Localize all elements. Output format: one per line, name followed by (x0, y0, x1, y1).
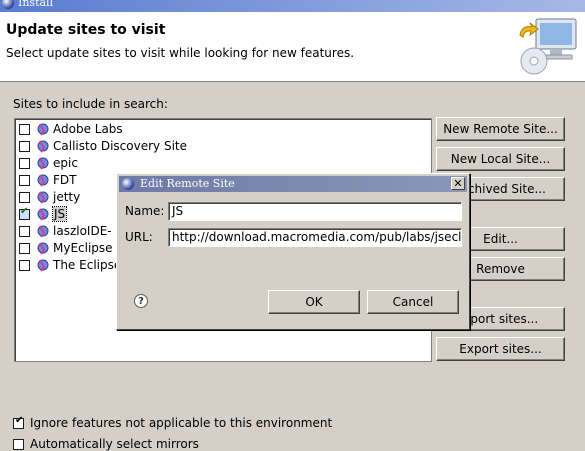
sites-label: Sites to include in search: (13, 97, 168, 111)
site-checkbox[interactable] (19, 157, 30, 169)
site-checkbox[interactable] (19, 259, 30, 271)
install-wizard-icon (514, 13, 582, 79)
export-sites-button[interactable]: Export sites... (436, 337, 565, 361)
list-item[interactable]: laszloIDE- (19, 223, 112, 239)
site-name: jetty (53, 190, 81, 204)
site-name: Callisto Discovery Site (53, 139, 187, 153)
url-field[interactable]: http://download.macromedia.com/pub/labs/… (168, 228, 462, 247)
update-site-icon (36, 173, 50, 187)
site-name: The Eclipse (53, 258, 122, 272)
list-item[interactable]: Adobe Labs (19, 121, 123, 137)
update-site-icon (36, 190, 50, 204)
new-local-site-button[interactable]: New Local Site... (436, 147, 565, 171)
site-checkbox[interactable] (19, 191, 30, 203)
dialog-title-bar[interactable]: Edit Remote Site ✕ (119, 176, 467, 192)
list-item[interactable]: The Eclipse (19, 257, 121, 273)
update-site-icon (36, 122, 50, 136)
edit-remote-site-dialog: Edit Remote Site ✕ Name: JS URL: http://… (116, 173, 470, 330)
site-name: MyEclipse (53, 241, 113, 255)
list-item[interactable]: FDT (19, 172, 76, 188)
eclipse-icon (122, 178, 134, 190)
update-site-icon (36, 139, 50, 153)
auto-mirrors-label: Automatically select mirrors (30, 437, 199, 451)
site-name: laszloIDE- (53, 224, 112, 238)
name-field[interactable]: JS (168, 202, 462, 221)
update-site-icon (36, 241, 50, 255)
cancel-button[interactable]: Cancel (367, 290, 459, 314)
page-title: Update sites to visit (6, 22, 166, 38)
site-checkbox[interactable] (19, 123, 30, 135)
eclipse-icon (2, 0, 14, 9)
help-icon[interactable]: ? (134, 294, 148, 308)
list-item[interactable]: epic (19, 155, 78, 171)
dialog-title: Edit Remote Site (140, 177, 235, 190)
site-checkbox[interactable] (19, 140, 30, 152)
site-name: epic (53, 156, 78, 170)
list-item[interactable]: jetty (19, 189, 80, 205)
site-checkbox[interactable] (19, 242, 30, 254)
window-title: Install (18, 0, 54, 9)
site-checkbox[interactable] (19, 206, 30, 220)
new-remote-site-button[interactable]: New Remote Site... (436, 117, 565, 141)
update-site-icon (36, 156, 50, 170)
ignore-features-checkbox[interactable] (13, 415, 24, 429)
update-site-icon (36, 224, 50, 238)
close-icon[interactable]: ✕ (451, 177, 465, 190)
update-site-icon (36, 207, 50, 221)
ignore-features-option[interactable]: Ignore features not applicable to this e… (13, 415, 333, 430)
site-name: Adobe Labs (53, 122, 123, 136)
auto-mirrors-checkbox[interactable] (13, 438, 24, 450)
site-checkbox[interactable] (19, 225, 30, 237)
ignore-features-label: Ignore features not applicable to this e… (30, 416, 333, 430)
ok-button[interactable]: OK (268, 290, 360, 314)
window-title-bar[interactable]: Install (0, 0, 585, 12)
url-label: URL: (125, 230, 153, 244)
site-name: JS (51, 206, 68, 222)
list-item[interactable]: JS (19, 206, 68, 222)
site-checkbox[interactable] (19, 174, 30, 186)
page-description: Select update sites to visit while looki… (6, 46, 355, 60)
update-site-icon (36, 258, 50, 272)
wizard-header: Update sites to visit Select update site… (0, 12, 585, 82)
list-item[interactable]: Callisto Discovery Site (19, 138, 187, 154)
name-label: Name: (125, 204, 165, 218)
auto-mirrors-option[interactable]: Automatically select mirrors (13, 437, 199, 451)
list-item[interactable]: MyEclipse (19, 240, 113, 256)
site-name: FDT (53, 173, 77, 187)
